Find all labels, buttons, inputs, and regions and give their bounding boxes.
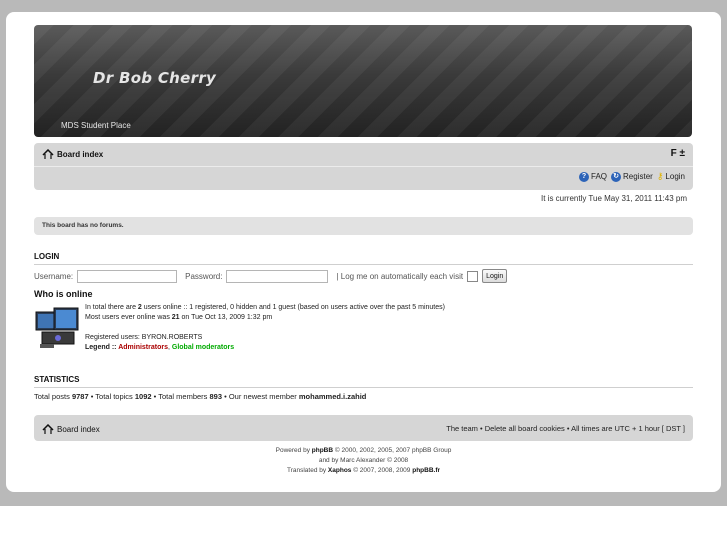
footer-navbar: Board index The team • Delete all board … [34, 415, 693, 441]
register-icon: ↻ [611, 171, 622, 182]
login-button[interactable]: Login [482, 269, 508, 283]
legend-global-moderators[interactable]: Global moderators [172, 344, 234, 351]
site-header: Dr Bob Cherry MDS Student Place [34, 25, 692, 137]
credits-line-1: Powered by phpBB © 2000, 2002, 2005, 200… [275, 447, 452, 454]
username-label: Username: [34, 271, 74, 281]
login-link[interactable]: ⚷ Login [657, 171, 685, 182]
password-label: Password: [185, 271, 223, 281]
site-description: MDS Student Place [61, 121, 131, 130]
navbar: Board index F ± ? FAQ ↻ Register ⚷ Login [34, 143, 693, 190]
login-label[interactable]: Login [665, 172, 685, 181]
login-heading: LOGIN [34, 252, 693, 265]
faq-link[interactable]: ? FAQ [579, 171, 607, 182]
who-is-online-heading: Who is online [34, 289, 93, 299]
statistics-line: Total posts 9787 • Total topics 1092 • T… [34, 392, 367, 401]
login-form: Username: Password: | Log me on automati… [34, 269, 508, 283]
breadcrumb-label[interactable]: Board index [57, 150, 103, 159]
footer-links[interactable]: The team • Delete all board cookies • Al… [446, 424, 685, 433]
breadcrumb[interactable]: Board index [42, 149, 103, 159]
navbar-links: ? FAQ ↻ Register ⚷ Login [579, 171, 685, 182]
footer-breadcrumb-label[interactable]: Board index [57, 425, 100, 434]
password-input[interactable] [226, 269, 329, 283]
who-is-online-details: In total there are 2 users online :: 1 r… [85, 303, 445, 353]
board-wrapper: Dr Bob Cherry MDS Student Place Board in… [6, 12, 721, 492]
current-time: It is currently Tue May 31, 2011 11:43 p… [541, 194, 687, 203]
navbar-top-row: Board index F ± [34, 143, 693, 167]
phpbb-fr-link[interactable]: phpBB.fr [412, 467, 440, 474]
whos-online-icon [35, 307, 79, 348]
footer-breadcrumb[interactable]: Board index [42, 424, 100, 434]
legend-line: Legend :: Administrators, Global moderat… [85, 344, 235, 351]
faq-label[interactable]: FAQ [591, 172, 607, 181]
register-link[interactable]: ↻ Register [611, 171, 653, 182]
help-icon: ? [579, 171, 590, 182]
phpbb-link[interactable]: phpBB [312, 447, 333, 454]
copyright-credits: Powered by phpBB © 2000, 2002, 2005, 200… [34, 446, 693, 476]
font-size-toggle[interactable]: F ± [671, 148, 685, 159]
site-title[interactable]: Dr Bob Cherry [93, 69, 216, 87]
home-icon [42, 424, 54, 434]
register-label[interactable]: Register [623, 172, 653, 181]
xaphos-link[interactable]: Xaphos [328, 467, 351, 474]
auto-login-label: | Log me on automatically each visit [336, 271, 464, 281]
home-icon [42, 149, 54, 159]
online-record-line: Most users ever online was 21 on Tue Oct… [85, 314, 273, 321]
no-forums-notice: This board has no forums. [34, 217, 693, 235]
auto-login-checkbox[interactable] [467, 270, 479, 282]
key-icon: ⚷ [656, 171, 664, 181]
username-input[interactable] [77, 269, 178, 283]
newest-member-link[interactable]: mohammed.i.zahid [299, 392, 367, 401]
registered-users-line: Registered users: BYRON.ROBERTS [85, 334, 203, 341]
credits-line-3: Translated by Xaphos © 2007, 2008, 2009 … [286, 467, 441, 474]
credits-line-2: and by Marc Alexander © 2008 [318, 457, 409, 464]
legend-administrators[interactable]: Administrators [118, 344, 168, 351]
online-total-line: In total there are 2 users online :: 1 r… [85, 304, 445, 311]
statistics-heading: STATISTICS [34, 375, 693, 388]
